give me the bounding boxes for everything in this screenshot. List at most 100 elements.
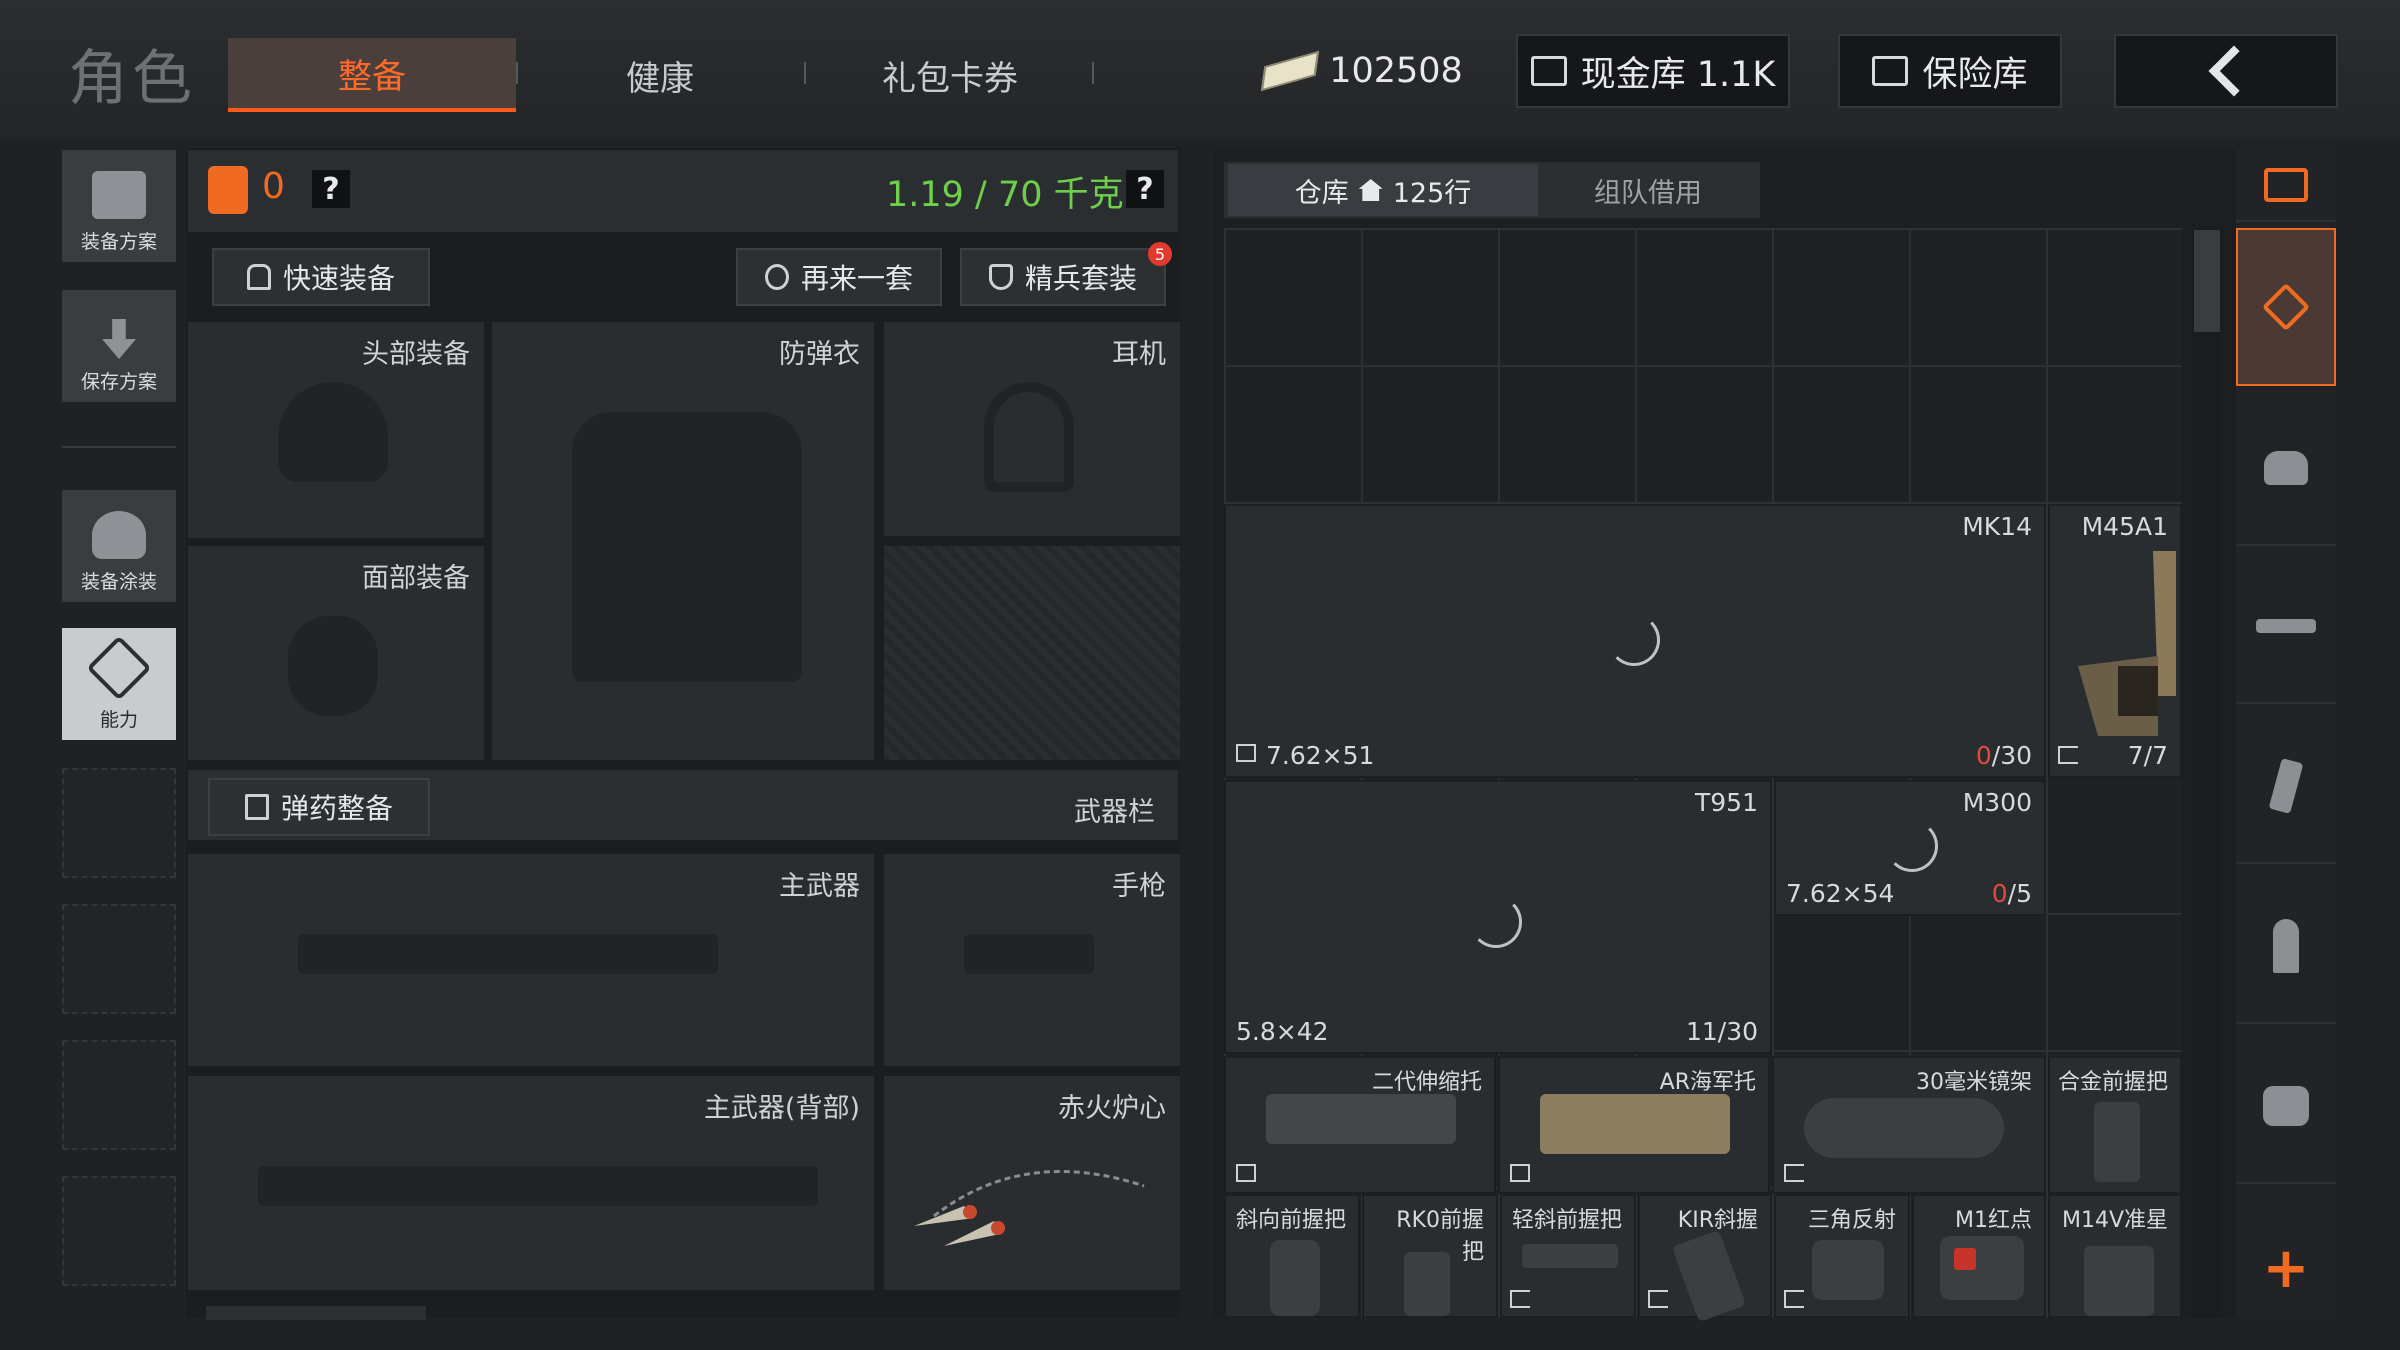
backpack-icon: [208, 166, 248, 214]
filter-sight-button[interactable]: [2236, 1030, 2336, 1184]
back-button[interactable]: [2114, 34, 2338, 108]
filter-equipment-button[interactable]: [2236, 228, 2336, 386]
item-attachment[interactable]: 轻斜前握把: [1500, 1194, 1636, 1318]
slot-pistol[interactable]: 手枪: [884, 854, 1180, 1066]
elite-set-label: 精兵套装: [1024, 262, 1137, 295]
money-amount: 102508: [1329, 51, 1463, 91]
money-icon: [1261, 50, 1320, 92]
rifle-icon: [2256, 619, 2316, 633]
quick-equip-button[interactable]: 快速装备: [212, 248, 430, 306]
item-name: 合金前握把: [2057, 1070, 2168, 1095]
item-attachment[interactable]: 三角反射: [1774, 1194, 1910, 1318]
loading-spinner-icon: [1608, 614, 1660, 666]
item-name: M1红点: [1955, 1208, 2032, 1233]
sidebar-item-save-plan[interactable]: 保存方案: [62, 290, 176, 402]
sidebar-item-ability[interactable]: 能力: [62, 628, 176, 740]
scrollbar-thumb[interactable]: [2194, 230, 2220, 332]
grip-icon: [1404, 1252, 1450, 1316]
slot-face-gear[interactable]: 面部装备: [188, 546, 484, 760]
safe-vault-button[interactable]: 保险库: [1838, 34, 2062, 108]
scope-icon: [2263, 1086, 2309, 1126]
tab-team-borrow[interactable]: 组队借用: [1540, 164, 1756, 216]
grip-icon: [1270, 1240, 1320, 1316]
item-attachment[interactable]: RK0前握把: [1362, 1194, 1498, 1318]
vest-icon: [92, 171, 146, 219]
item-name: 三角反射: [1807, 1208, 1896, 1233]
stack-icon: [2264, 168, 2308, 202]
item-t951[interactable]: T951 5.8×42 11/30: [1224, 780, 1772, 1054]
item-attachment[interactable]: 二代伸缩托: [1224, 1056, 1496, 1194]
slot-label: 主武器(背部): [703, 1093, 860, 1124]
slot-head-gear[interactable]: 头部装备: [188, 322, 484, 538]
helmet-icon: [278, 382, 388, 482]
filter-armor-button[interactable]: [2236, 392, 2336, 546]
item-mk14[interactable]: MK14 7.62×51 0/30: [1224, 504, 2046, 778]
filter-all-button[interactable]: [2236, 150, 2336, 222]
item-attachment[interactable]: M14V准星: [2048, 1194, 2182, 1318]
slot-melee[interactable]: 赤火炉心: [884, 1076, 1180, 1290]
item-name: KIR斜握: [1677, 1208, 1758, 1233]
weight-help-icon[interactable]: ?: [1126, 170, 1164, 208]
item-caliber: 7.62×54: [1786, 879, 1895, 908]
item-attachment[interactable]: 斜向前握把: [1224, 1194, 1360, 1318]
item-attachment[interactable]: 合金前握把: [2048, 1056, 2182, 1194]
item-m45a1[interactable]: M45A1 7/7: [2048, 504, 2182, 778]
item-ammo: 0/5: [1992, 879, 2032, 908]
grip-icon: [1522, 1244, 1618, 1268]
loading-spinner-icon: [1470, 896, 1522, 948]
sidebar-item-equip-plan[interactable]: 装备方案: [62, 150, 176, 262]
ammo-prep-button[interactable]: 弹药整备: [208, 778, 430, 836]
box-icon: [1236, 1164, 1256, 1182]
slot-label: 手枪: [1112, 871, 1166, 902]
item-caliber: 5.8×42: [1236, 1017, 1329, 1046]
item-name: M14V准星: [2061, 1208, 2168, 1233]
item-m300[interactable]: M300 7.62×54 0/5: [1774, 780, 2046, 916]
cash-vault-button[interactable]: 现金库 1.1K: [1516, 34, 1790, 108]
slot-label: 头部装备: [362, 339, 470, 370]
sidebar-item-label: 保存方案: [80, 371, 157, 393]
elite-set-button[interactable]: 精兵套装: [960, 248, 1166, 306]
ammo-max: /5: [2007, 879, 2032, 908]
backpack-count: 0: [262, 166, 285, 207]
sidebar-empty-slot: [62, 904, 176, 1014]
item-caliber: 7.62×51: [1266, 741, 1375, 770]
sidebar-empty-slot: [62, 768, 176, 878]
chevron-left-icon: [2208, 45, 2260, 97]
again-set-button[interactable]: 再来一套: [736, 248, 942, 306]
item-attachment[interactable]: M1红点: [1912, 1194, 2046, 1318]
sidebar-item-equip-skin[interactable]: 装备涂装: [62, 490, 176, 602]
help-icon[interactable]: ?: [312, 170, 350, 208]
shirt-icon: [246, 264, 271, 290]
unload-icon: [1784, 1164, 1804, 1182]
tab-health[interactable]: 健康: [540, 38, 780, 112]
filter-magazine-button[interactable]: [2236, 710, 2336, 864]
slot-primary-weapon-back[interactable]: 主武器(背部): [188, 1076, 874, 1290]
item-name: AR海军托: [1659, 1070, 1756, 1095]
slot-label: 耳机: [1112, 339, 1166, 370]
headset-icon: [984, 382, 1074, 492]
slot-headset[interactable]: 耳机: [884, 322, 1180, 536]
grip-icon: [1671, 1229, 1747, 1323]
item-name: T951: [1695, 788, 1758, 817]
weapon-column-label: 武器栏: [1074, 797, 1155, 828]
item-ammo: 7/7: [2127, 741, 2168, 770]
filter-ammo-button[interactable]: [2236, 870, 2336, 1024]
add-filter-button[interactable]: +: [2236, 1220, 2336, 1316]
item-name: M300: [1962, 788, 2032, 817]
equip-panel-footer-tab[interactable]: [206, 1306, 426, 1320]
safe-icon: [1872, 56, 1909, 86]
plus-icon: +: [2262, 1235, 2310, 1301]
item-attachment[interactable]: KIR斜握: [1638, 1194, 1772, 1323]
filter-rifle-button[interactable]: [2236, 550, 2336, 704]
tab-equip[interactable]: 整备: [228, 38, 516, 112]
reflex-sight-icon: [1812, 1240, 1884, 1300]
loading-spinner-icon: [1886, 820, 1938, 872]
tab-warehouse[interactable]: 仓库 125行: [1228, 164, 1538, 216]
stock-icon: [1266, 1094, 1456, 1144]
scrollbar-track[interactable]: [2192, 228, 2222, 1318]
slot-primary-weapon[interactable]: 主武器: [188, 854, 874, 1066]
item-attachment[interactable]: AR海军托: [1498, 1056, 1770, 1194]
tab-gift-cards[interactable]: 礼包卡券: [830, 38, 1070, 112]
slot-body-armor[interactable]: 防弹衣: [492, 322, 874, 760]
item-attachment[interactable]: 30毫米镜架: [1772, 1056, 2046, 1194]
